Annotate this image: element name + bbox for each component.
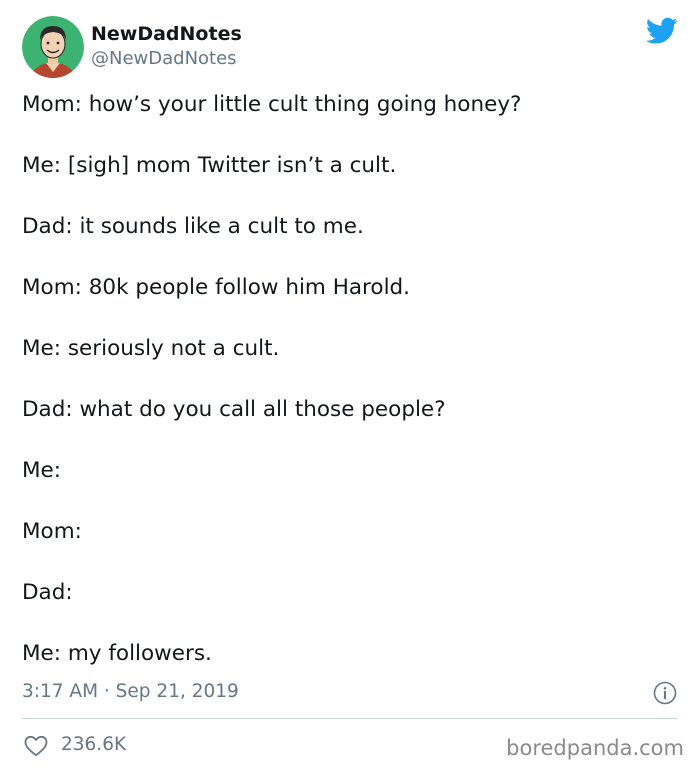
- author-avatar[interactable]: [22, 16, 84, 78]
- tweet-line: Mom: 80k people follow him Harold.: [22, 275, 411, 300]
- tweet-line: Dad: what do you call all those people?: [22, 397, 446, 422]
- tweet-line: Mom:: [22, 519, 82, 544]
- tweet-timestamp[interactable]: 3:17 AM · Sep 21, 2019: [22, 680, 239, 704]
- divider: [22, 718, 678, 719]
- tweet-line: Me: [sigh] mom Twitter isn’t a cult.: [22, 153, 397, 178]
- cartoon-man-avatar-icon: [22, 16, 84, 78]
- tweet-line: Me: seriously not a cult.: [22, 336, 280, 361]
- like-count[interactable]: 236.6K: [61, 733, 126, 757]
- tweet-line: Mom: how’s your little cult thing going …: [22, 92, 522, 117]
- info-icon[interactable]: [653, 681, 677, 705]
- author-name[interactable]: NewDadNotes: [91, 22, 242, 46]
- watermark: boredpanda.com: [506, 736, 684, 760]
- tweet-line: Me:: [22, 458, 62, 483]
- tweet-text: Mom: how’s your little cult thing going …: [22, 90, 682, 669]
- tweet-line: Dad:: [22, 580, 73, 605]
- author-handle[interactable]: @NewDadNotes: [91, 47, 237, 71]
- tweet-line: Dad: it sounds like a cult to me.: [22, 214, 364, 239]
- twitter-bird-icon[interactable]: [646, 17, 678, 45]
- heart-icon[interactable]: [24, 735, 48, 757]
- tweet-line: Me: my followers.: [22, 641, 212, 666]
